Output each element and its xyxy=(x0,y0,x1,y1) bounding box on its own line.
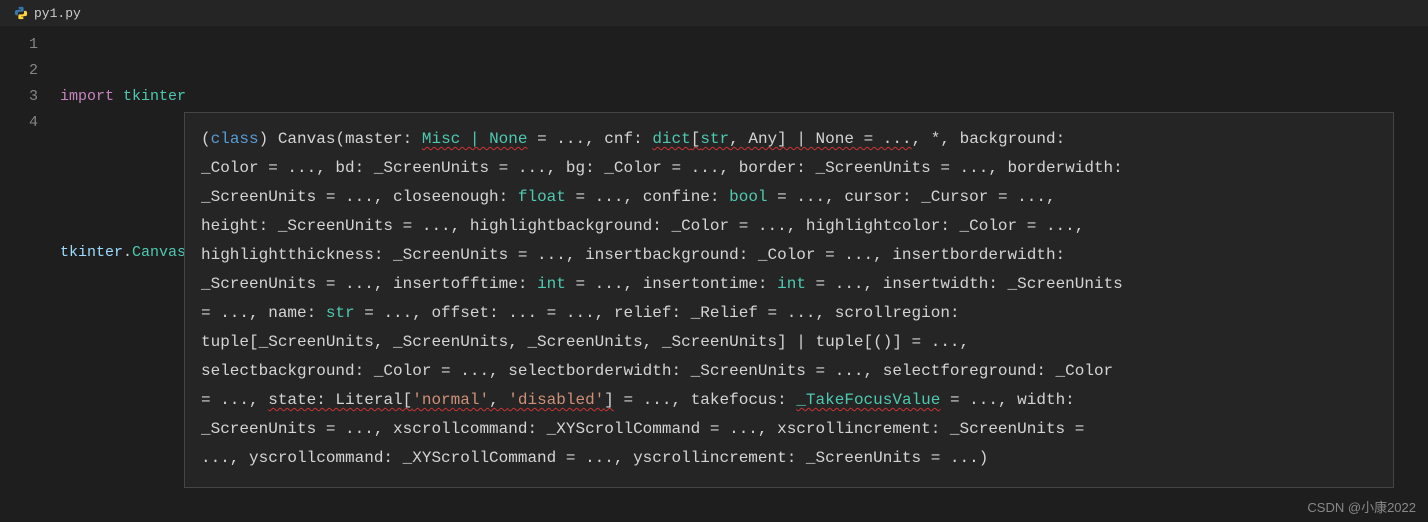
tooltip-text: _Color = ..., bd: _ScreenUnits = ..., bg… xyxy=(201,159,1123,177)
tooltip-text: highlightthickness: _ScreenUnits = ..., … xyxy=(201,246,1065,264)
keyword-import: import xyxy=(60,88,114,105)
tooltip-text: state: Literal[ xyxy=(268,391,412,409)
watermark: CSDN @小康2022 xyxy=(1307,497,1416,516)
dot: . xyxy=(123,244,132,261)
line-number: 3 xyxy=(0,84,38,110)
tooltip-text: = ..., offset: ... = ..., relief: _Relie… xyxy=(355,304,960,322)
tooltip-text: = ..., takefocus: xyxy=(614,391,796,409)
tooltip-text: 'normal' xyxy=(412,391,489,409)
line-number-gutter: 1 2 3 4 xyxy=(0,32,60,396)
tooltip-text: height: _ScreenUnits = ..., highlightbac… xyxy=(201,217,1084,235)
tooltip-text: ( xyxy=(201,130,211,148)
signature-help-tooltip: (class) Canvas(master: Misc | None = ...… xyxy=(184,112,1394,488)
module-name: tkinter xyxy=(123,88,186,105)
class-canvas: Canvas xyxy=(132,244,186,261)
tooltip-text: = ..., xyxy=(201,391,268,409)
tooltip-text: 'disabled' xyxy=(508,391,604,409)
module-ref: tkinter xyxy=(60,244,123,261)
tab-py1[interactable]: py1.py xyxy=(6,4,93,23)
tooltip-text: int xyxy=(537,275,566,293)
line-number: 4 xyxy=(0,110,38,136)
tooltip-text: = ..., width: xyxy=(940,391,1074,409)
tooltip-text: = ..., insertontime: xyxy=(566,275,777,293)
tooltip-text: Misc | None xyxy=(422,130,528,148)
tooltip-text: dict xyxy=(652,130,690,148)
tooltip-text: class xyxy=(211,130,259,148)
tooltip-text: ) Canvas(master: xyxy=(259,130,422,148)
tooltip-text: = ..., insertwidth: _ScreenUnits xyxy=(806,275,1123,293)
tooltip-text: , *, background: xyxy=(912,130,1066,148)
tooltip-text: ..., yscrollcommand: _XYScrollCommand = … xyxy=(201,449,988,467)
tooltip-text: _ScreenUnits = ..., closeenough: xyxy=(201,188,518,206)
tooltip-text: _ScreenUnits = ..., insertofftime: xyxy=(201,275,537,293)
tooltip-text: float xyxy=(518,188,566,206)
tooltip-text: = ..., confine: xyxy=(566,188,729,206)
tooltip-text: [ xyxy=(691,130,701,148)
line-number: 2 xyxy=(0,58,38,84)
tooltip-text: _TakeFocusValue xyxy=(796,391,940,409)
tooltip-text: selectbackground: _Color = ..., selectbo… xyxy=(201,362,1113,380)
tooltip-text: = ..., cnf: xyxy=(527,130,652,148)
tooltip-text: _ScreenUnits = ..., xscrollcommand: _XYS… xyxy=(201,420,1084,438)
tooltip-text: bool xyxy=(729,188,767,206)
tooltip-text: , xyxy=(489,391,508,409)
tooltip-text: str xyxy=(700,130,729,148)
tab-filename: py1.py xyxy=(34,6,81,21)
tooltip-text: str xyxy=(326,304,355,322)
tooltip-text: tuple[_ScreenUnits, _ScreenUnits, _Scree… xyxy=(201,333,969,351)
tooltip-text: , Any] | None = ... xyxy=(729,130,911,148)
tooltip-text: int xyxy=(777,275,806,293)
tooltip-text: = ..., cursor: _Cursor = ..., xyxy=(768,188,1056,206)
tooltip-text: = ..., name: xyxy=(201,304,326,322)
tooltip-text: ] xyxy=(604,391,614,409)
line-number: 1 xyxy=(0,32,38,58)
code-line[interactable]: import tkinter xyxy=(60,84,212,110)
tab-bar: py1.py xyxy=(0,0,1428,26)
python-icon xyxy=(14,6,28,20)
